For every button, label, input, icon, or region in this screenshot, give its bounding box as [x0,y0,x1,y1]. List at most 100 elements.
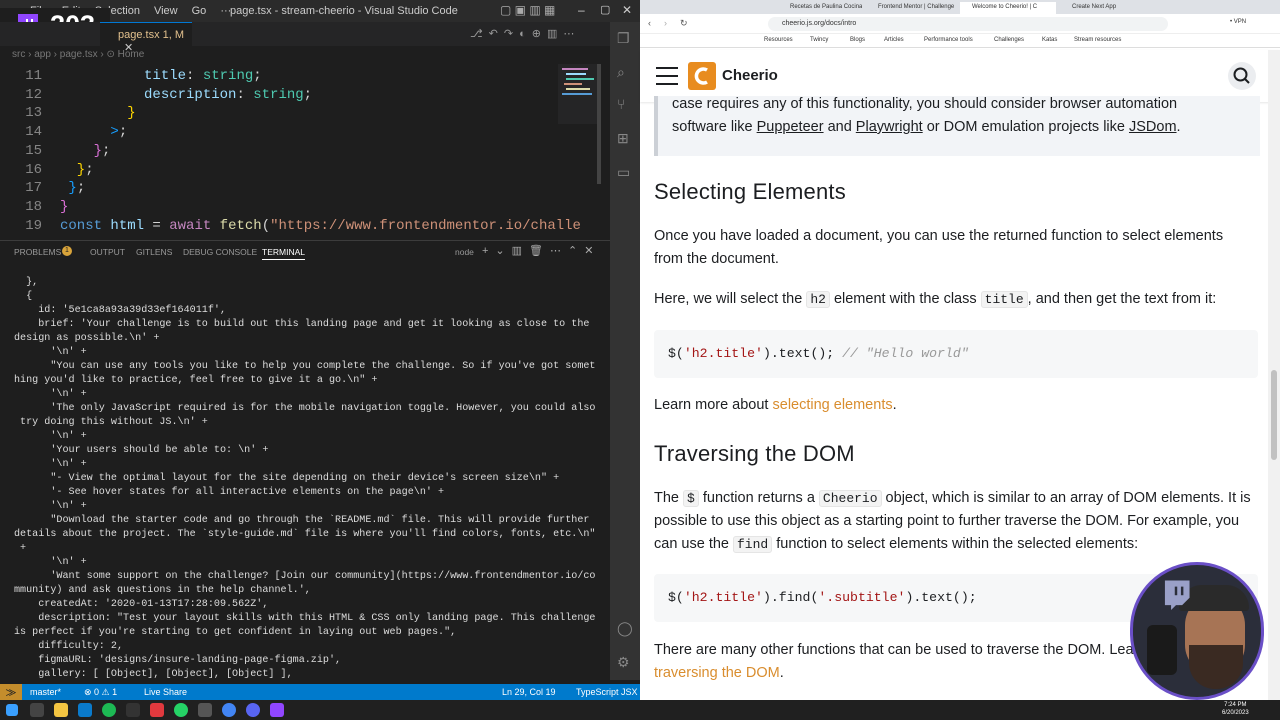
hamburger-menu-icon[interactable] [656,67,678,85]
cheerio-logo-icon[interactable] [688,62,716,90]
code-token: = [144,217,170,234]
browser-tab-paulina[interactable]: Recetas de Paulina Cocina [778,2,862,14]
search-button[interactable] [1228,62,1256,90]
source-control-icon[interactable]: ⑂ [617,96,625,112]
file-explorer-icon[interactable] [54,703,68,717]
jsdom-link[interactable]: JSDom [1129,119,1177,135]
problems-status[interactable]: ⊗ 0 ⚠ 1 [84,687,117,698]
windows-start-icon[interactable] [6,704,18,716]
language-mode[interactable]: TypeScript JSX [576,687,638,697]
code-line[interactable]: }; [60,161,94,180]
back-icon[interactable]: ‹ [648,18,651,28]
remote-indicator-icon[interactable]: ⨠ [0,684,22,700]
minimize-icon[interactable]: – [578,3,585,17]
page-scrollbar[interactable] [1268,50,1280,700]
tab-terminal[interactable]: TERMINAL [262,247,305,260]
playwright-link[interactable]: Playwright [856,119,923,135]
tab-problems[interactable]: PROBLEMS [14,247,61,257]
search-icon[interactable]: ⌕ [617,64,625,81]
code-line[interactable]: const html = await fetch("https://www.fr… [60,217,581,236]
code-line[interactable]: }; [60,142,111,161]
tab-gitlens[interactable]: GITLENS [136,247,172,257]
terminal-shell-label[interactable]: node [455,247,474,257]
terminal-line: '\n' + [14,501,87,512]
terminal-line: '\n' + [14,347,87,358]
editor-actions-icons[interactable]: ⎇↶↷◐⊕▥⋯ [470,27,580,40]
close-icon[interactable]: ✕ [622,3,632,17]
browser-window: Recetas de Paulina Cocina Frontend Mento… [640,0,1280,700]
extensions-icon[interactable]: ⊞ [617,130,629,147]
bookmark-challenges[interactable]: Challenges [994,37,1024,43]
remote-icon[interactable]: ▭ [617,164,630,181]
tab-output[interactable]: OUTPUT [90,247,125,257]
browser-tab-frontend-mentor[interactable]: Frontend Mentor | Challenge [866,2,956,14]
code-line[interactable]: title: string; [60,67,262,86]
terminal-taskbar-icon[interactable] [126,703,140,717]
cursor-position[interactable]: Ln 29, Col 19 [502,687,556,697]
explorer-icon[interactable]: ❐ [617,30,630,47]
forward-icon[interactable]: › [664,18,667,28]
chrome-icon[interactable] [222,703,236,717]
code-block-select[interactable]: $('h2.title').text(); // "Hello world" [654,330,1258,378]
bookmark-performance-tools[interactable]: Performance tools [924,37,973,43]
heading-traversing-dom: Traversing the DOM [654,441,855,466]
terminal-output[interactable]: }, { id: '5e1ca8a93a39d33ef164011f', bri… [14,276,599,686]
layout-icons[interactable]: ▢ ▣ ▥ ▦ [500,3,555,17]
reload-icon[interactable]: ↻ [680,18,688,29]
minimap[interactable] [558,64,598,124]
obs-icon[interactable] [270,703,284,717]
bookmark-blogs[interactable]: Blogs [850,37,865,43]
scrollbar-thumb[interactable] [1271,370,1277,460]
code-line[interactable]: }; [60,179,85,198]
vpn-badge[interactable]: • VPN [1230,19,1246,25]
line-number: 18 [25,198,42,215]
code: 'h2.title' [683,590,763,605]
search-taskbar-icon[interactable] [30,703,44,717]
text: Here, we will select the [654,291,807,307]
selecting-elements-link[interactable]: selecting elements [773,397,893,413]
site-name[interactable]: Cheerio [722,67,778,84]
account-icon[interactable]: ◯ [617,620,633,637]
text: from the document. [654,251,779,267]
tab-page-tsx[interactable]: page.tsx 1, M ✕ [100,22,192,54]
breadcrumb[interactable]: src › app › page.tsx › ⊙ Home [0,46,600,64]
bookmark-katas[interactable]: Katas [1042,37,1057,43]
app-icon[interactable] [198,703,212,717]
bookmark-stream-resources[interactable]: Stream resources [1074,37,1121,43]
menu-view[interactable]: View [154,5,178,17]
address-bar[interactable]: cheerio.js.org/docs/intro [768,17,1168,31]
code-token: await [169,217,220,234]
settings-gear-icon[interactable]: ⚙ [617,654,630,671]
vscode-taskbar-icon[interactable] [78,703,92,717]
browser-tab-cheerio[interactable]: Welcome to Cheerio! | C [960,2,1056,14]
paragraph-traverse-1: The $ function returns a Cheerio object,… [654,487,1251,556]
bookmark-articles[interactable]: Articles [884,37,904,43]
line-number: 11 [25,68,42,84]
menu-go[interactable]: Go [192,5,207,17]
browser-tab-next-app[interactable]: Create Next App [1060,2,1150,14]
maximize-icon[interactable]: ▢ [600,3,610,16]
terminal-actions-icons[interactable]: +⌄▥🗑⋯⌃✕ [482,244,600,257]
editor-scrollbar[interactable] [597,64,601,184]
code-line[interactable]: } [60,104,135,123]
whatsapp-icon[interactable] [174,703,188,717]
bookmark-resources[interactable]: Resources [764,37,793,43]
traversing-dom-link[interactable]: traversing the DOM [654,665,780,681]
clock[interactable]: 7:24 PM 6/20/2023 [1222,701,1249,717]
bookmark-twincy[interactable]: Twincy [810,37,828,43]
spotify-icon[interactable] [102,703,116,717]
code-line[interactable]: } [60,198,68,217]
brave-icon[interactable] [150,703,164,717]
code-token: fetch [219,217,262,234]
code-token: description [60,86,237,103]
code-line[interactable]: >; [60,123,127,142]
code-line[interactable]: description: string; [60,86,312,105]
puppeteer-link[interactable]: Puppeteer [757,119,824,135]
discord-icon[interactable] [246,703,260,717]
live-share[interactable]: Live Share [144,687,187,697]
code-token: ( [261,217,271,234]
git-branch[interactable]: master* [30,687,61,697]
tab-debug-console[interactable]: DEBUG CONSOLE [183,247,257,257]
text: software like [672,119,757,135]
code-editor[interactable]: 11 title: string; 12 description: string;… [0,64,600,234]
